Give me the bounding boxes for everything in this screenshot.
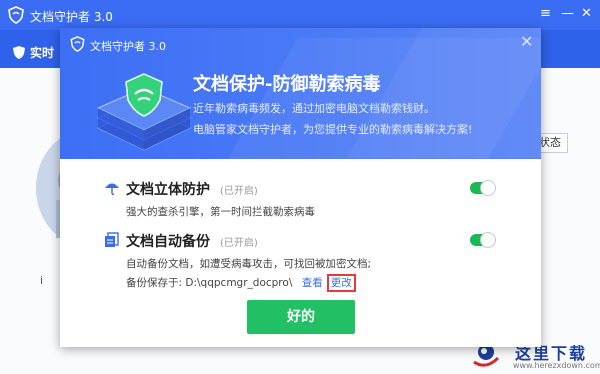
document-stack-shield-icon bbox=[96, 73, 192, 151]
menu-icon[interactable]: ≡ bbox=[540, 5, 551, 23]
hero-title: 文档保护-防御勒索病毒 bbox=[193, 74, 381, 95]
feature-protection-desc: 强大的查杀引擎，第一时间拦截勒索病毒 bbox=[126, 206, 315, 218]
feature-protection: 文档立体防护 (已开启) 强大的查杀引擎，第一时间拦截勒索病毒 bbox=[104, 180, 504, 220]
tab-realtime[interactable]: 实时 bbox=[12, 44, 54, 61]
backup-path-row: 备份保存于: D:\qqpcmgr_docpro\ 查看 更改 bbox=[126, 274, 356, 292]
feature-protection-status: (已开启) bbox=[220, 186, 258, 197]
document-copy-icon bbox=[105, 232, 119, 247]
feature-protection-title: 文档立体防护 (已开启) bbox=[126, 179, 258, 199]
umbrella-icon bbox=[105, 183, 119, 196]
dialog-header: 文档守护者 3.0 ✕ 文档保护-防御勒索病毒 近年勒索病毒频发，通过加密电脑文… bbox=[60, 28, 541, 159]
ok-button[interactable]: 好的 bbox=[247, 300, 355, 334]
backup-label: 备份保存于: bbox=[126, 277, 183, 289]
feature-backup: 文档自动备份 (已开启) 自动备份文档，如遭受病毒攻击，可找回被加密文档; 备份保… bbox=[104, 232, 504, 296]
shield-icon bbox=[13, 46, 25, 59]
backup-toggle[interactable] bbox=[470, 232, 496, 248]
document-guard-dialog: 文档守护者 3.0 ✕ 文档保护-防御勒索病毒 近年勒索病毒频发，通过加密电脑文… bbox=[60, 28, 541, 347]
minimize-icon[interactable]: — bbox=[561, 5, 574, 23]
window-close-icon[interactable]: ✕ bbox=[581, 5, 592, 23]
dialog-title: 文档守护者 3.0 bbox=[90, 40, 166, 53]
protection-toggle[interactable] bbox=[470, 180, 496, 196]
feature-protection-title-text: 文档立体防护 bbox=[126, 182, 210, 198]
close-icon[interactable]: ✕ bbox=[520, 32, 533, 51]
hero-subtitle-1: 近年勒索病毒频发，通过加密电脑文档勒索钱财。 bbox=[193, 102, 435, 115]
hero-subtitle-2: 电脑管家文档守护者，为您提供专业的勒索病毒解决方案! bbox=[193, 123, 473, 136]
feature-backup-title-text: 文档自动备份 bbox=[126, 234, 210, 250]
main-window-title: 文档守护者 3.0 bbox=[30, 10, 113, 24]
feature-backup-title: 文档自动备份 (已开启) bbox=[126, 231, 258, 251]
feature-backup-status: (已开启) bbox=[220, 238, 258, 249]
feature-backup-desc: 自动备份文档，如遭受病毒攻击，可找回被加密文档; bbox=[126, 258, 372, 270]
backup-path: D:\qqpcmgr_docpro\ bbox=[185, 277, 293, 289]
shield-logo-icon bbox=[70, 36, 85, 52]
background-text: i bbox=[40, 274, 44, 287]
shield-logo-icon bbox=[8, 6, 24, 24]
view-link[interactable]: 查看 bbox=[302, 277, 323, 289]
change-link[interactable]: 更改 bbox=[326, 274, 356, 292]
tab-realtime-label: 实时 bbox=[30, 46, 55, 60]
watermark-url: www.herezxdown.com bbox=[513, 361, 600, 370]
